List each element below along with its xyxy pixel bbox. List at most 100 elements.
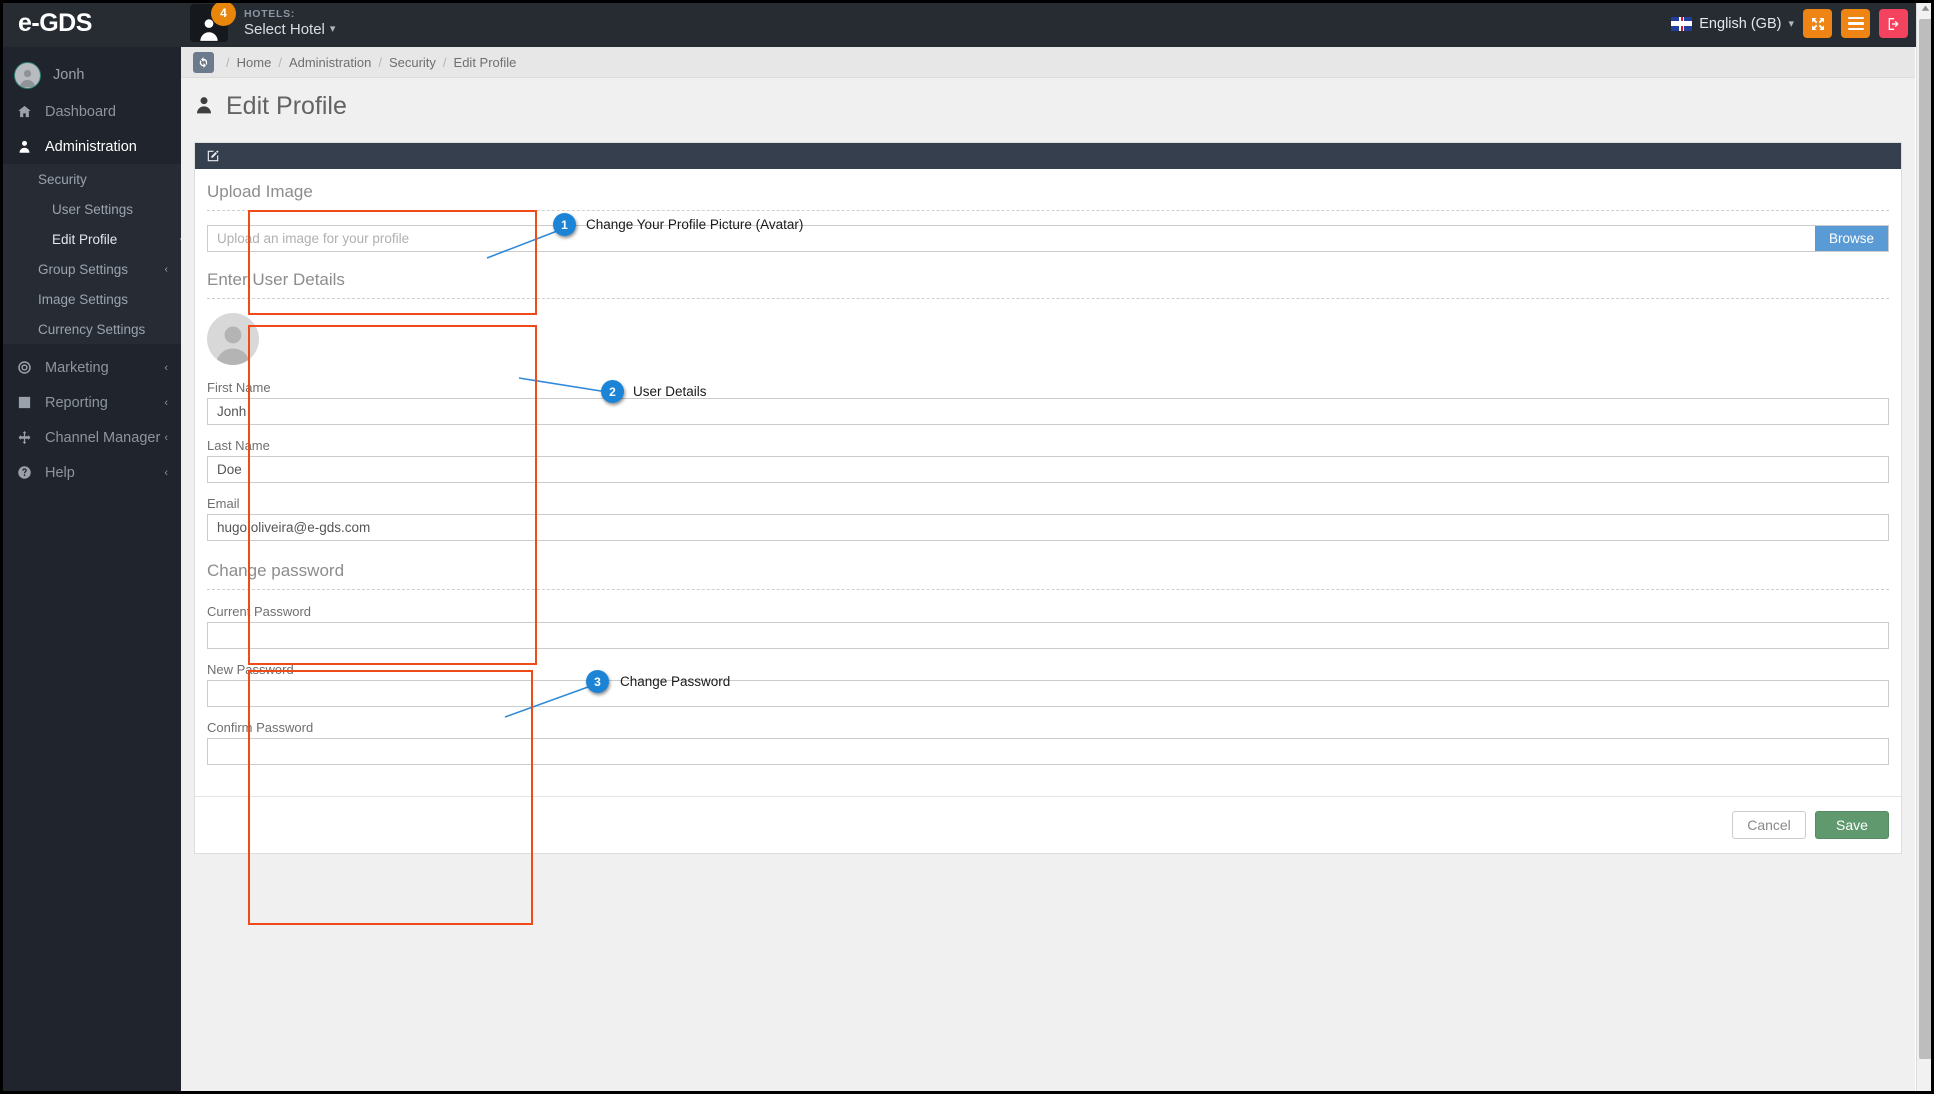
upload-image-row: Browse [207,225,1889,252]
user-icon [194,95,216,117]
last-name-row: Last Name [207,438,1889,483]
hotel-select-value[interactable]: Select Hotel ▾ [244,22,335,38]
email-row: Email [207,496,1889,541]
breadcrumb-item-home[interactable]: Home [237,55,272,70]
user-details-section: Enter User Details First Name Last Name [207,270,1889,541]
sidebar-item-channel-manager[interactable]: Channel Manager ‹ [0,420,181,455]
app-logo: e-GDS [18,9,92,38]
logout-icon [1886,16,1902,32]
first-name-row: First Name [207,380,1889,425]
sidebar: Jonh Dashboard Administration ⱟ Security… [0,47,181,1094]
sidebar-item-currency-settings[interactable]: Currency Settings [0,314,181,344]
avatar [14,62,41,89]
current-password-field[interactable] [207,622,1889,649]
panel-body: Upload Image Browse Enter User Details [195,169,1901,790]
sidebar-item-label: Marketing [45,360,164,376]
first-name-field[interactable] [207,398,1889,425]
sidebar-item-label: Dashboard [45,104,168,120]
save-button[interactable]: Save [1815,811,1889,839]
sidebar-item-administration[interactable]: Administration ⱟ [0,129,181,164]
breadcrumb-item-security[interactable]: Security [389,55,436,70]
page-header: Edit Profile [181,78,1915,134]
sidebar-item-user-settings[interactable]: User Settings [0,194,181,224]
panel-footer-actions: Cancel Save [195,796,1901,853]
sidebar-item-security[interactable]: Security ⱟ [0,164,181,194]
section-title-upload: Upload Image [207,182,1889,210]
sidebar-item-group-settings[interactable]: Group Settings ‹ [0,254,181,284]
sidebar-item-reporting[interactable]: Reporting ‹ [0,385,181,420]
chevron-down-icon: ▾ [1788,17,1794,30]
sidebar-subitem-label: Edit Profile [52,232,168,247]
chevron-left-icon: ‹ [165,263,169,275]
edit-pencil-icon [206,149,220,163]
home-icon [14,104,34,119]
fullscreen-button[interactable] [1803,9,1832,38]
sidebar-subitem-label: Currency Settings [38,322,168,337]
scroll-up-button[interactable] [1917,0,1934,17]
section-title-user-details: Enter User Details [207,270,1889,298]
section-divider [207,589,1889,590]
last-name-field[interactable] [207,456,1889,483]
sidebar-subitem-label: Security [38,172,168,187]
section-divider [207,210,1889,211]
page-scrollbar[interactable] [1916,0,1934,1094]
current-password-label: Current Password [207,604,1889,619]
chevron-left-icon: ‹ [164,432,168,444]
chevron-down-icon: ▾ [330,24,336,36]
hotel-select-text: Select Hotel [244,22,325,38]
logout-button[interactable] [1879,9,1908,38]
logo-area[interactable]: e-GDS [0,0,181,47]
browse-button[interactable]: Browse [1815,226,1888,251]
hotel-selector[interactable]: HOTELS: Select Hotel ▾ [244,9,335,38]
sidebar-item-edit-profile[interactable]: Edit Profile [0,224,181,254]
breadcrumb-item-administration[interactable]: Administration [289,55,371,70]
language-selector[interactable]: English (GB) ▾ [1671,16,1794,32]
uk-flag-icon [1671,17,1692,31]
hamburger-menu-icon [1848,17,1864,31]
bar-chart-icon [14,395,34,410]
sidebar-item-dashboard[interactable]: Dashboard [0,94,181,129]
scrollbar-thumb[interactable] [1919,19,1933,1059]
hotel-avatar-wrapper[interactable]: 4 [190,4,230,44]
email-field[interactable] [207,514,1889,541]
section-title-change-password: Change password [207,561,1889,589]
breadcrumb-bar: / Home / Administration / Security / Edi… [181,47,1915,78]
triangle-up-icon [1921,4,1930,13]
email-label: Email [207,496,1889,511]
new-password-field[interactable] [207,680,1889,707]
panel-header [195,143,1901,169]
user-icon [14,139,34,154]
confirm-password-label: Confirm Password [207,720,1889,735]
sidebar-item-label: Administration [45,139,168,155]
notification-badge[interactable]: 4 [211,1,236,26]
sidebar-subitem-label: Group Settings [38,262,165,277]
sidebar-item-marketing[interactable]: Marketing ‹ [0,350,181,385]
cancel-button[interactable]: Cancel [1732,811,1806,839]
main-content: / Home / Administration / Security / Edi… [181,47,1915,1094]
refresh-button[interactable] [193,52,214,73]
breadcrumb-separator: / [278,55,282,70]
application-window: e-GDS 4 HOTELS: Select Hotel ▾ English (… [0,0,1934,1094]
breadcrumb-separator: / [443,55,447,70]
confirm-password-field[interactable] [207,738,1889,765]
chevron-left-icon: ‹ [164,397,168,409]
current-password-row: Current Password [207,604,1889,649]
menu-button[interactable] [1841,9,1870,38]
target-icon [14,360,34,375]
last-name-label: Last Name [207,438,1889,453]
default-user-avatar-icon[interactable] [207,313,259,365]
topbar-right-actions: English (GB) ▾ [1671,9,1934,38]
sidebar-item-label: Reporting [45,395,164,411]
first-name-label: First Name [207,380,1889,395]
page-title: Edit Profile [226,92,347,121]
breadcrumb-separator: / [378,55,382,70]
hotels-label: HOTELS: [244,9,335,20]
change-password-section: Change password Current Password New Pas… [207,561,1889,765]
upload-image-input[interactable] [208,226,1815,251]
sidebar-item-help[interactable]: Help ‹ [0,455,181,490]
sidebar-subitem-label: Image Settings [38,292,168,307]
move-arrows-icon [14,430,34,445]
confirm-password-row: Confirm Password [207,720,1889,765]
sidebar-item-image-settings[interactable]: Image Settings [0,284,181,314]
sidebar-user-profile[interactable]: Jonh [0,56,181,94]
